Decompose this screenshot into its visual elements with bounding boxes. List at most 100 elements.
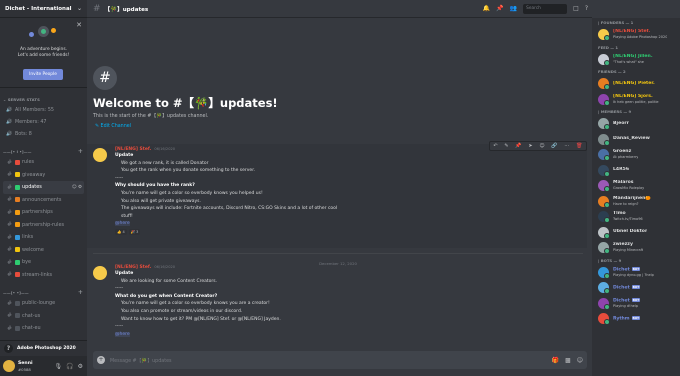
help-icon[interactable]: ? xyxy=(585,5,588,12)
chat-channel-list: # public-lounge # chat-us # chat-eu xyxy=(0,297,87,335)
member-name-text: [NL/ENG] Stef. xyxy=(613,29,651,35)
member-item[interactable]: L4R56 xyxy=(592,163,680,179)
bell-icon[interactable]: 🔔 xyxy=(483,5,490,12)
message-text: Update xyxy=(115,271,134,276)
mention-here[interactable]: @here xyxy=(115,331,130,337)
channel-announcements[interactable]: # announcements xyxy=(3,194,84,207)
channel-name: welcome xyxy=(22,246,44,253)
channel-welcome[interactable]: # welcome xyxy=(3,244,84,257)
member-item[interactable]: [NL/ENG] Stef. Playing Adobe Photoshop 20… xyxy=(592,27,680,43)
member-item[interactable]: zwiezzy Playing Minecraft xyxy=(592,240,680,256)
channel-chat-us[interactable]: # chat-us xyxy=(3,310,84,323)
channel-partnership-rules[interactable]: # partnership-rules xyxy=(3,219,84,232)
message-input[interactable]: Message #【🎋】updates xyxy=(110,357,172,364)
member-item[interactable]: Dichet BOT Playing dyno.gg | ?help xyxy=(592,265,680,281)
search-input[interactable]: Search xyxy=(523,3,568,14)
message-text: What do you get when Content Creator? xyxy=(115,293,218,299)
microphone-icon[interactable]: 🎙 xyxy=(55,363,63,370)
channel-settings-icon[interactable]: ☺ ⚙ xyxy=(72,185,84,190)
message-composer[interactable]: + Message #【🎋】updates 🎁 ▩ ☺ xyxy=(93,351,587,369)
stat-members[interactable]: 🔊 Members: 47 xyxy=(0,116,87,128)
channel-partnerships[interactable]: # partnerships xyxy=(3,206,84,219)
headphones-icon[interactable]: 🎧 xyxy=(66,363,73,370)
member-item[interactable]: Groenz At pharmberry xyxy=(592,147,680,163)
member-item[interactable]: Dichet BOT Playing d!help xyxy=(592,296,680,312)
mention-here[interactable]: @here xyxy=(115,221,130,227)
channel-links[interactable]: # links xyxy=(3,231,84,244)
invite-people-button[interactable]: Invite People xyxy=(23,69,63,80)
channel-stream-links[interactable]: # stream-links xyxy=(3,269,84,282)
more-icon[interactable]: ⋯ xyxy=(564,143,569,149)
category-info[interactable]: ——[• i •]—— + xyxy=(0,147,87,156)
member-item[interactable]: Ubnel Doktor xyxy=(592,225,680,241)
username: Senni xyxy=(18,360,33,366)
gif-icon[interactable]: ▩ xyxy=(565,357,571,364)
reply-icon[interactable]: ↶ xyxy=(493,143,497,149)
channel-bye[interactable]: # bye xyxy=(3,256,84,269)
message-item[interactable]: ↶ ✎ 📌 ➤ ☺ 🔗 ⋯ 🗑 [NL/ENG] Stef. 06/16/2020… xyxy=(87,141,587,248)
emoji-icon[interactable]: ☺ xyxy=(577,357,583,364)
publish-icon[interactable]: ➤ xyxy=(528,143,532,149)
message-header: [NL/ENG] Stef. 06/16/2020 xyxy=(115,146,175,153)
pin-icon[interactable]: 📌 xyxy=(496,5,503,12)
edit-icon[interactable]: ✎ xyxy=(504,143,508,149)
server-header[interactable]: Dichet - International ⌄ xyxy=(0,0,87,18)
channel-public-lounge[interactable]: # public-lounge xyxy=(3,297,84,310)
edit-channel-link[interactable]: ✎ Edit Channel xyxy=(95,124,131,129)
link-icon[interactable]: 🔗 xyxy=(551,143,557,149)
channel-chat-eu[interactable]: # chat-eu xyxy=(3,322,84,335)
channel-hash-icon: # xyxy=(7,271,13,279)
upload-plus-icon[interactable]: + xyxy=(97,356,105,364)
member-item[interactable]: [NL/ENG] Pieter. xyxy=(592,76,680,92)
stat-all-members[interactable]: 🔊 All Members: 55 xyxy=(0,104,87,116)
message-text: Why should you have the rank? xyxy=(115,183,195,189)
author-name[interactable]: [NL/ENG] Stef. xyxy=(115,147,151,152)
close-icon[interactable]: ✕ xyxy=(76,21,82,29)
message-item[interactable]: [NL/ENG] Stef. 06/16/2020 Update We are loo… xyxy=(87,262,587,348)
info-channel-list: # rules # giveaway # updates ☺ ⚙ # announcements… xyxy=(0,156,87,281)
date-separator: December 12, 2020 xyxy=(93,253,583,266)
author-avatar[interactable] xyxy=(93,266,107,280)
avatar xyxy=(598,211,610,224)
channel-name: announcements xyxy=(22,196,62,203)
member-item[interactable]: [NL/ENG] Jillen. "That's what" she xyxy=(592,52,680,68)
channel-hash-icon: # xyxy=(7,196,13,204)
message-line: @here xyxy=(115,331,130,338)
pin-icon[interactable]: 📌 xyxy=(515,143,521,149)
member-item[interactable]: [NL/ENG] Sjors. Ik heb geen politie, poli… xyxy=(592,92,680,108)
member-item[interactable]: Mandarijnen🍊 Have to reign? xyxy=(592,194,680,210)
member-status: At pharmberry xyxy=(613,155,639,160)
message-line: You get the rank when you donate somethi… xyxy=(121,168,255,174)
category-server-stats[interactable]: ⌄ SERVER STATS xyxy=(0,95,87,104)
help-icon[interactable]: ? xyxy=(4,344,13,353)
add-channel-icon[interactable]: + xyxy=(78,289,83,296)
member-status: Have to reign? xyxy=(613,201,639,206)
avatar[interactable] xyxy=(3,360,15,372)
delete-icon[interactable]: 🗑 xyxy=(576,143,582,149)
member-item[interactable]: Malaros GrowMix Roleplay xyxy=(592,178,680,194)
member-item[interactable]: Dichet BOT xyxy=(592,280,680,296)
inbox-icon[interactable]: □ xyxy=(573,5,579,12)
member-item[interactable]: Rythm BOT xyxy=(592,311,680,327)
member-item[interactable]: Tlmo Twitch.tv/Timo96 xyxy=(592,209,680,225)
members-icon[interactable]: 👥 xyxy=(510,5,517,12)
message-line: You're name will get a color so everbody… xyxy=(121,191,263,197)
author-avatar[interactable] xyxy=(93,148,107,162)
avatar xyxy=(598,164,610,177)
reaction-button[interactable]: 👍 4 xyxy=(115,229,127,235)
stat-bots[interactable]: 🔊 Bots: 8 xyxy=(0,128,87,140)
member-item[interactable]: Bjeorr xyxy=(592,116,680,132)
reaction-button[interactable]: 🎉 3 xyxy=(128,229,141,235)
channel-rules[interactable]: # rules xyxy=(3,156,84,169)
author-name[interactable]: [NL/ENG] Stef. xyxy=(115,265,151,270)
member-item[interactable]: Danas_Review xyxy=(592,132,680,148)
gift-icon[interactable]: 🎁 xyxy=(552,357,559,364)
gear-icon[interactable]: ⚙ xyxy=(78,363,83,370)
channel-updates[interactable]: # updates ☺ ⚙ xyxy=(3,181,84,194)
message-text: We are looking for some Content Creators… xyxy=(121,278,218,284)
channel-giveaway[interactable]: # giveaway xyxy=(3,169,84,182)
reaction-icon[interactable]: ☺ xyxy=(539,143,544,149)
category-chat[interactable]: ——[• •]—— + xyxy=(0,288,87,297)
add-channel-icon[interactable]: + xyxy=(78,148,83,155)
message-timestamp: 06/16/2020 xyxy=(154,265,176,269)
